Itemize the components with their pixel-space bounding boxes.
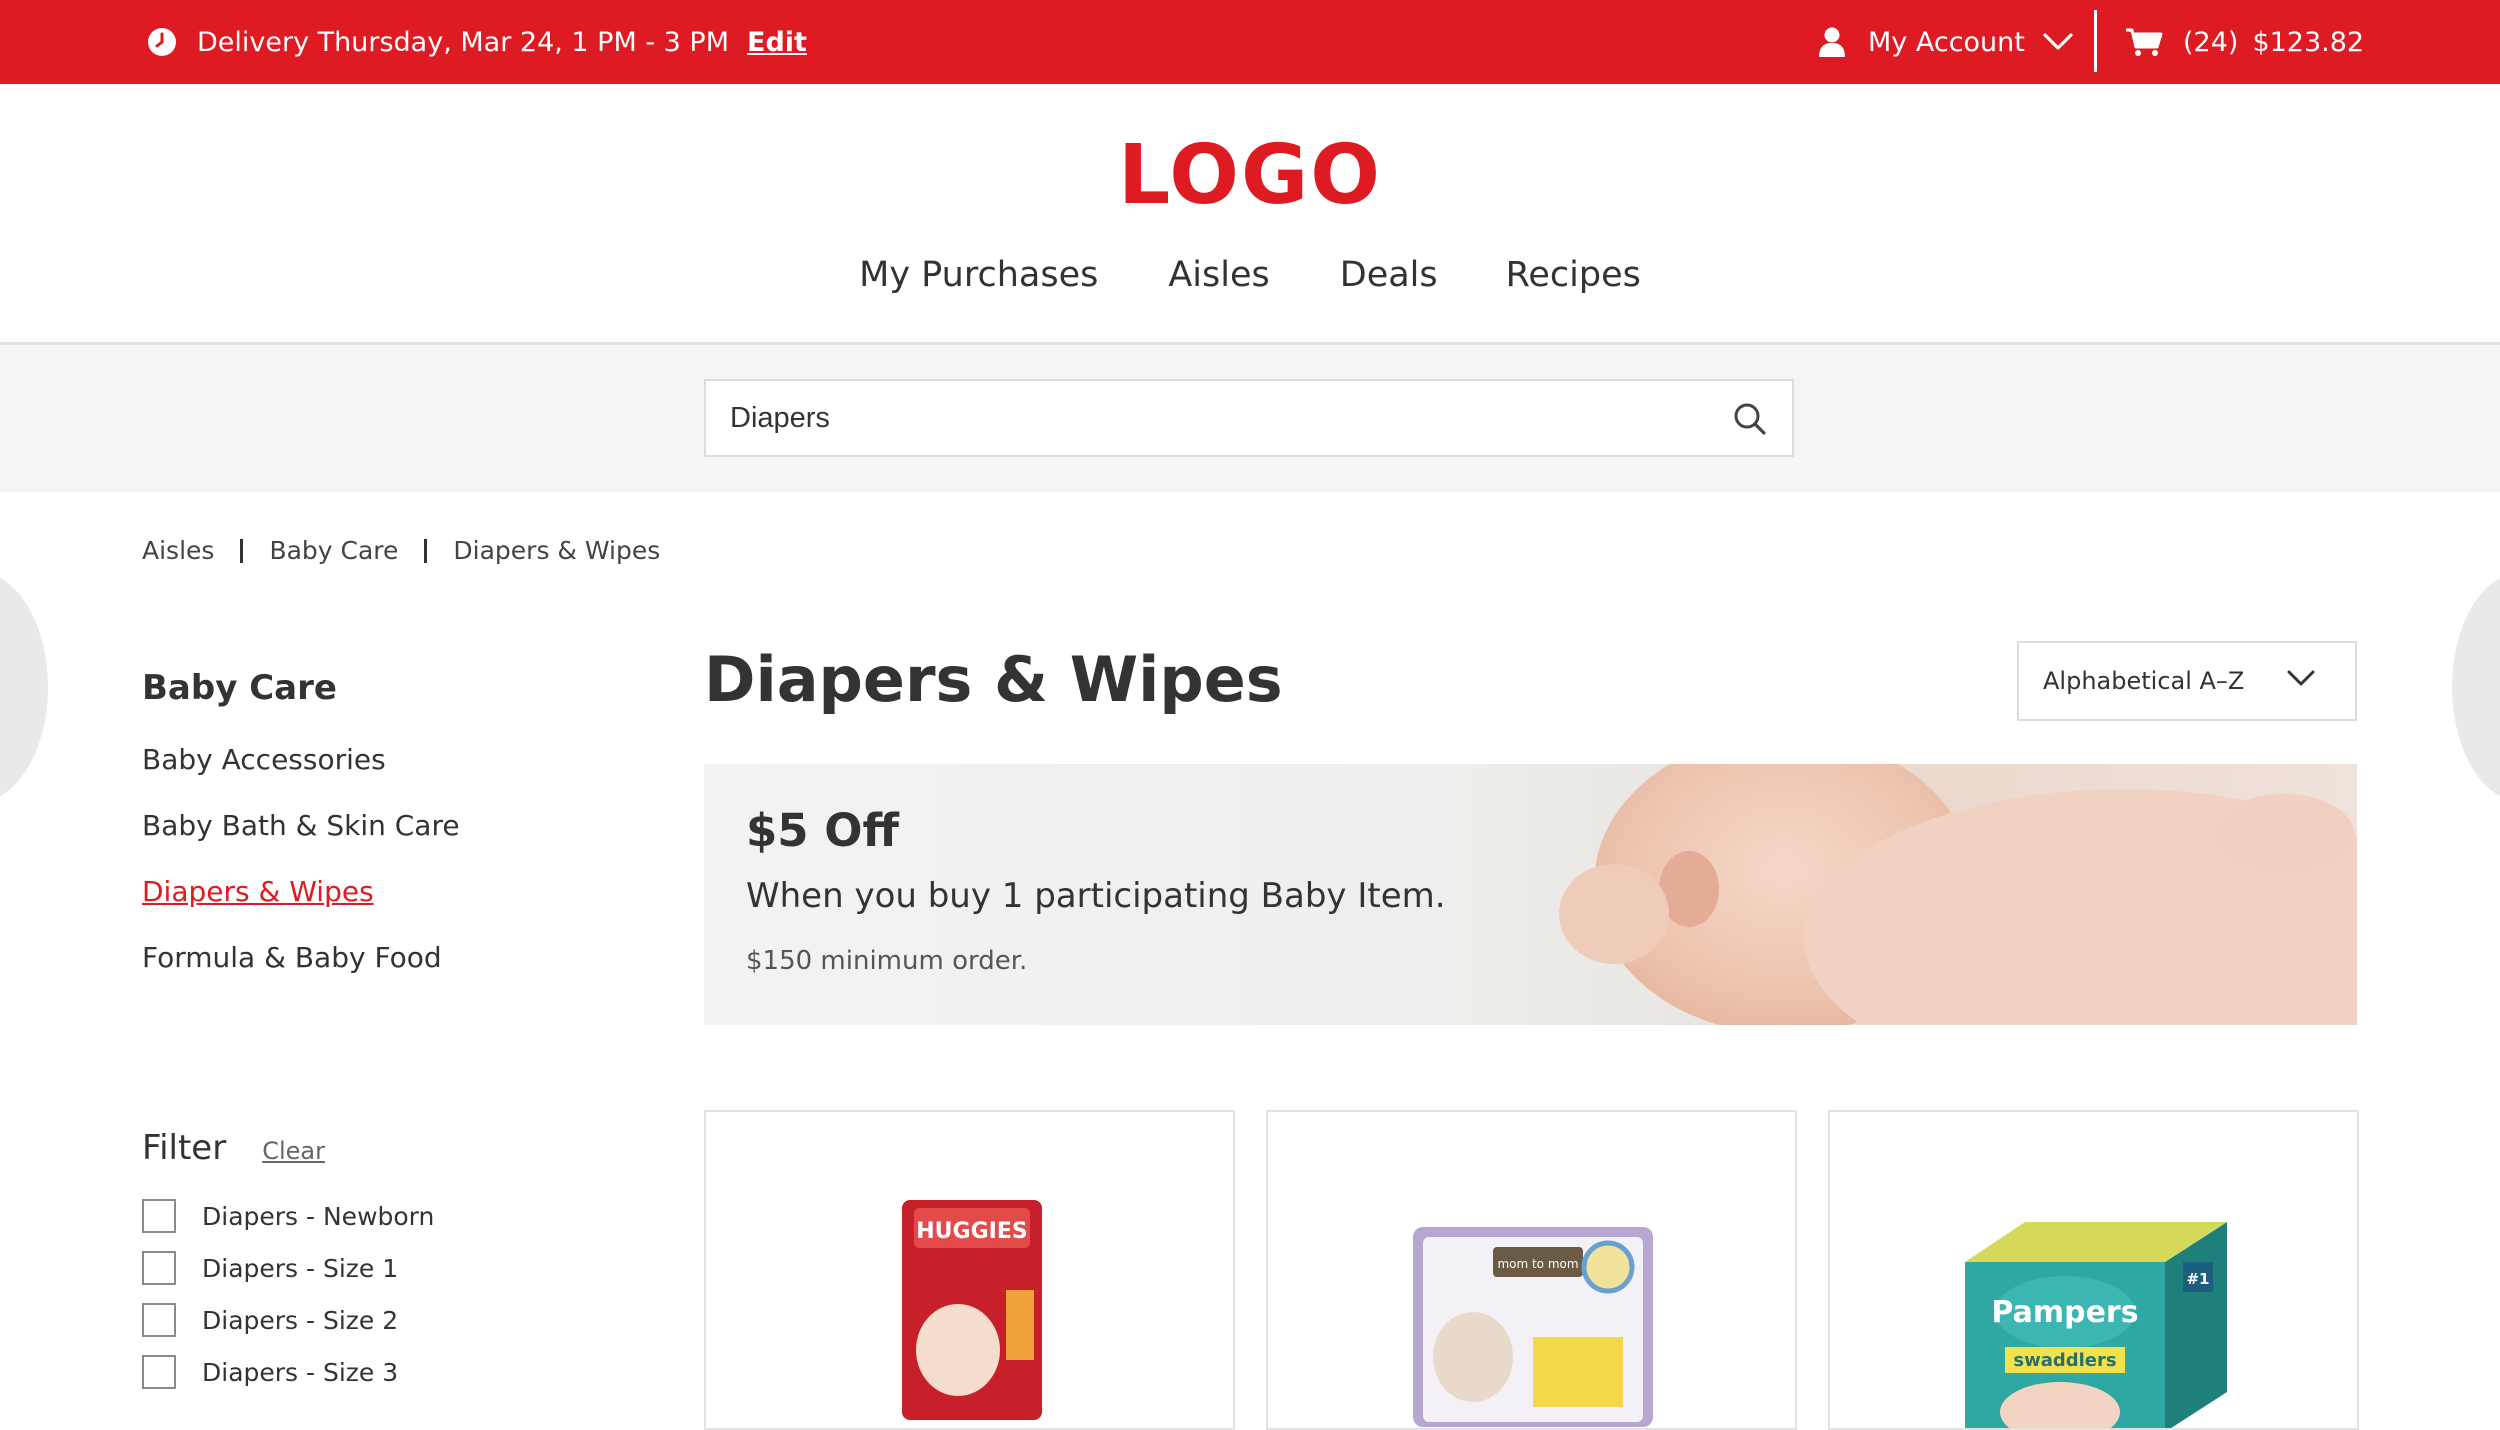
- delivery-text: Delivery Thursday, Mar 24, 1 PM - 3 PM: [197, 26, 729, 58]
- cart-total: $123.82: [2252, 26, 2365, 58]
- product-brand-text: HUGGIES: [916, 1219, 1027, 1244]
- logo[interactable]: LOGO: [0, 126, 2500, 226]
- my-account-menu[interactable]: My Account: [1818, 0, 2073, 84]
- clock-icon: [147, 27, 177, 57]
- main-nav: My Purchases Aisles Deals Recipes: [0, 255, 2500, 295]
- filter-clear-link[interactable]: Clear: [262, 1137, 325, 1165]
- filter-option[interactable]: Diapers - Size 1: [142, 1242, 662, 1294]
- breadcrumb-current: Diapers & Wipes: [453, 536, 661, 565]
- product-image-pampers: Pampers swaddlers #1: [1965, 1222, 2227, 1428]
- search-input[interactable]: [730, 381, 1690, 455]
- filter-option[interactable]: Diapers - Size 2: [142, 1294, 662, 1346]
- carousel-next-button[interactable]: [2452, 572, 2500, 802]
- delivery-info: Delivery Thursday, Mar 24, 1 PM - 3 PM E…: [147, 0, 807, 84]
- sidebar-item-diapers-wipes[interactable]: Diapers & Wipes: [142, 872, 662, 938]
- chevron-down-icon: [2043, 33, 2073, 51]
- product-sub-text: swaddlers: [2013, 1350, 2116, 1371]
- product-image-mom-to-mom: mom to mom: [1413, 1227, 1653, 1427]
- filter-panel: Filter Clear Diapers - Newborn Diapers -…: [142, 1128, 662, 1398]
- chevron-down-icon: [2287, 669, 2315, 687]
- product-card[interactable]: HUGGIES: [704, 1110, 1235, 1430]
- my-account-label: My Account: [1868, 26, 2025, 58]
- search-icon[interactable]: [1732, 401, 1768, 437]
- filter-checkbox[interactable]: [142, 1199, 176, 1233]
- nav-deals[interactable]: Deals: [1340, 255, 1438, 295]
- product-badge-text: #1: [2186, 1270, 2209, 1288]
- baby-image: [1559, 764, 2357, 1025]
- breadcrumb-aisles[interactable]: Aisles: [142, 536, 214, 565]
- top-bar: Delivery Thursday, Mar 24, 1 PM - 3 PM E…: [0, 0, 2500, 84]
- filter-option-label: Diapers - Newborn: [202, 1201, 435, 1231]
- product-card[interactable]: mom to mom: [1266, 1110, 1797, 1430]
- filter-title: Filter: [142, 1128, 227, 1168]
- filter-checkbox[interactable]: [142, 1303, 176, 1337]
- filter-option-label: Diapers - Size 1: [202, 1253, 399, 1283]
- cart-icon: [2125, 27, 2163, 57]
- product-brand-text: mom to mom: [1497, 1257, 1578, 1271]
- search-band: [0, 345, 2500, 492]
- promo-banner[interactable]: $5 Off When you buy 1 participating Baby…: [704, 764, 2357, 1025]
- sort-select[interactable]: Alphabetical A–Z: [2017, 641, 2357, 721]
- breadcrumb: Aisles Baby Care Diapers & Wipes: [142, 536, 660, 565]
- cart-button[interactable]: (24) $123.82: [2125, 0, 2364, 84]
- sidebar-item-baby-accessories[interactable]: Baby Accessories: [142, 740, 662, 806]
- nav-recipes[interactable]: Recipes: [1506, 255, 1641, 295]
- sidebar-item-formula[interactable]: Formula & Baby Food: [142, 938, 662, 1004]
- category-sidebar: Baby Care Baby Accessories Baby Bath & S…: [142, 668, 662, 1004]
- carousel-prev-button[interactable]: [0, 572, 48, 802]
- nav-aisles[interactable]: Aisles: [1168, 255, 1269, 295]
- edit-delivery-link[interactable]: Edit: [747, 27, 807, 58]
- filter-option-label: Diapers - Size 3: [202, 1357, 399, 1387]
- filter-options: Diapers - Newborn Diapers - Size 1 Diape…: [142, 1190, 662, 1398]
- filter-checkbox[interactable]: [142, 1251, 176, 1285]
- promo-title: $5 Off: [746, 804, 899, 857]
- breadcrumb-separator: [424, 538, 428, 563]
- filter-option-label: Diapers - Size 2: [202, 1305, 399, 1335]
- category-title: Baby Care: [142, 668, 337, 708]
- search-box: [704, 379, 1794, 457]
- topbar-divider: [2094, 10, 2097, 72]
- filter-option[interactable]: Diapers - Newborn: [142, 1190, 662, 1242]
- cart-count: (24): [2183, 26, 2239, 58]
- product-image-huggies: HUGGIES: [902, 1200, 1042, 1420]
- sort-selected-value: Alphabetical A–Z: [2043, 667, 2245, 695]
- promo-fineprint: $150 minimum order.: [746, 946, 1028, 976]
- category-list: Baby Accessories Baby Bath & Skin Care D…: [142, 740, 662, 1004]
- breadcrumb-separator: [240, 538, 244, 563]
- filter-checkbox[interactable]: [142, 1355, 176, 1389]
- filter-option[interactable]: Diapers - Size 3: [142, 1346, 662, 1398]
- breadcrumb-baby-care[interactable]: Baby Care: [269, 536, 398, 565]
- page-title: Diapers & Wipes: [704, 643, 1283, 716]
- promo-subtitle: When you buy 1 participating Baby Item.: [746, 876, 1446, 916]
- nav-my-purchases[interactable]: My Purchases: [859, 255, 1098, 295]
- product-card[interactable]: Pampers swaddlers #1: [1828, 1110, 2359, 1430]
- product-brand-text: Pampers: [1991, 1295, 2138, 1330]
- filter-header: Filter Clear: [142, 1128, 662, 1168]
- person-icon: [1818, 27, 1846, 57]
- sidebar-item-baby-bath[interactable]: Baby Bath & Skin Care: [142, 806, 662, 872]
